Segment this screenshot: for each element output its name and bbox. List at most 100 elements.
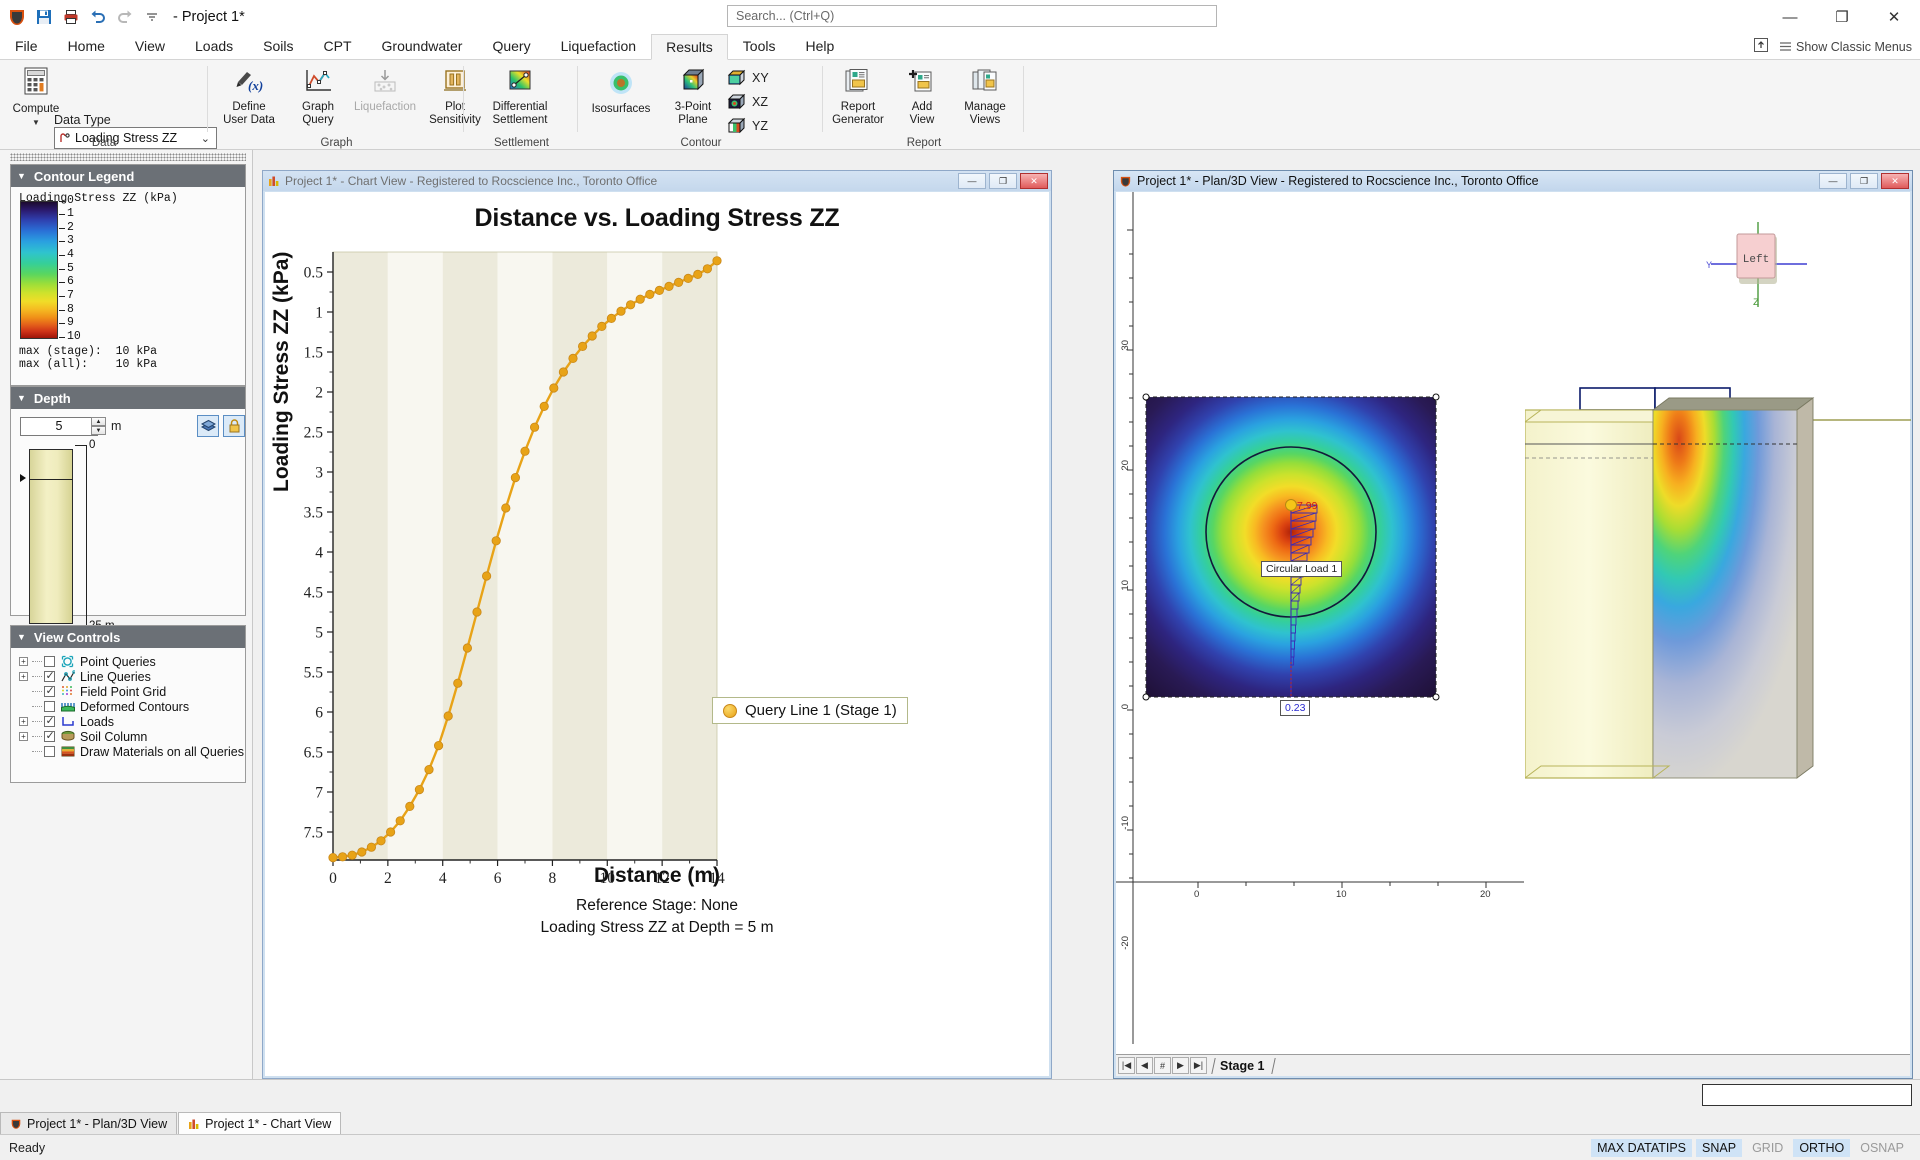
plan-3d-view[interactable]: Left Y Z Y X Z: [1525, 192, 1911, 1042]
define-user-data-button[interactable]: (x) Define User Data: [217, 68, 281, 127]
tab-home[interactable]: Home: [53, 33, 120, 59]
ribbon-collapse-icon[interactable]: [1753, 37, 1769, 56]
plane-button-stack[interactable]: XY XZ YZ: [727, 66, 769, 138]
add-view-button[interactable]: Add View: [894, 68, 950, 127]
redo-icon[interactable]: [114, 6, 136, 28]
tree-item-line-queries[interactable]: + Line Queries: [19, 669, 245, 684]
tree-item-loads[interactable]: + Loads: [19, 714, 245, 729]
panel-drag-gripper[interactable]: [10, 153, 246, 161]
depth-input[interactable]: 5: [20, 417, 98, 436]
checkbox-deformed-contours[interactable]: [44, 701, 55, 712]
checkbox-soil-column[interactable]: [44, 729, 55, 742]
tab-liquefaction[interactable]: Liquefaction: [546, 33, 652, 59]
contour-legend-header[interactable]: ▼ Contour Legend: [11, 165, 245, 187]
expander-icon[interactable]: +: [19, 717, 28, 726]
chart-window-buttons[interactable]: — ❐ ✕: [958, 173, 1048, 189]
status-toggle-grid[interactable]: GRID: [1746, 1139, 1789, 1157]
tree-item-point-queries[interactable]: + Point Queries: [19, 654, 245, 669]
expander-icon[interactable]: +: [19, 657, 28, 666]
checkbox-field-point-grid[interactable]: [44, 684, 55, 697]
quick-access-toolbar[interactable]: [0, 6, 163, 28]
tab-cpt[interactable]: CPT: [309, 33, 367, 59]
soil-column-preview[interactable]: [29, 449, 73, 624]
doctab-plan3d[interactable]: Project 1* - Plan/3D View: [0, 1112, 178, 1134]
chart-minimize-button[interactable]: —: [958, 173, 986, 189]
lock-icon[interactable]: [223, 415, 245, 437]
tab-view[interactable]: View: [120, 33, 180, 59]
plane-xz-button[interactable]: XZ: [727, 90, 769, 114]
document-tab-strip[interactable]: Project 1* - Plan/3D View Project 1* - C…: [0, 1110, 1920, 1134]
manage-views-button[interactable]: Manage Views: [954, 68, 1016, 127]
close-button[interactable]: ✕: [1868, 0, 1920, 34]
checkbox-point-queries[interactable]: [44, 656, 55, 667]
depth-stepper-up[interactable]: ▲: [91, 417, 106, 426]
undo-icon[interactable]: [87, 6, 109, 28]
view-controls-tree[interactable]: + Point Queries + Line Queries: [11, 648, 245, 765]
tab-results[interactable]: Results: [651, 34, 728, 60]
minimize-button[interactable]: —: [1764, 0, 1816, 34]
plane-yz-button[interactable]: YZ: [727, 114, 769, 138]
plane-xy-button[interactable]: XY: [727, 66, 769, 90]
doctab-chart[interactable]: Project 1* - Chart View: [178, 1112, 342, 1134]
stage-number-button[interactable]: #: [1154, 1057, 1171, 1074]
tree-item-deformed-contours[interactable]: Deformed Contours: [19, 699, 245, 714]
chevron-down-icon[interactable]: ▼: [17, 393, 26, 403]
layers-icon[interactable]: [197, 415, 219, 437]
chart-legend[interactable]: Query Line 1 (Stage 1): [712, 697, 908, 724]
tab-groundwater[interactable]: Groundwater: [367, 33, 478, 59]
depth-header[interactable]: ▼ Depth: [11, 387, 245, 409]
plan-minimize-button[interactable]: —: [1819, 173, 1847, 189]
plan-maximize-button[interactable]: ❐: [1850, 173, 1878, 189]
print-icon[interactable]: [60, 6, 82, 28]
stage-first-button[interactable]: |◀: [1118, 1057, 1135, 1074]
tab-file[interactable]: File: [0, 33, 53, 59]
plan-window-titlebar[interactable]: Project 1* - Plan/3D View - Registered t…: [1114, 171, 1912, 191]
tab-loads[interactable]: Loads: [180, 33, 248, 59]
depth-slider-handle[interactable]: [20, 474, 26, 482]
view-controls-header[interactable]: ▼ View Controls: [11, 626, 245, 648]
show-classic-menus-button[interactable]: Show Classic Menus: [1779, 40, 1912, 54]
tab-tools[interactable]: Tools: [728, 33, 791, 59]
plan-contour-view[interactable]: 30 20 10 0 -10 -20 0 10 20 7.99 Circular…: [1116, 192, 1524, 1044]
ribbon-tab-strip[interactable]: File Home View Loads Soils CPT Groundwat…: [0, 34, 1920, 60]
status-toggle-osnap[interactable]: OSNAP: [1854, 1139, 1910, 1157]
window-controls[interactable]: — ❐ ✕: [1764, 0, 1920, 34]
chart-view-window[interactable]: Project 1* - Chart View - Registered to …: [262, 170, 1052, 1079]
depth-stepper-down[interactable]: ▼: [91, 426, 106, 435]
status-toggle-max-datatips[interactable]: MAX DATATIPS: [1591, 1138, 1693, 1157]
checkbox-draw-materials[interactable]: [44, 746, 55, 757]
status-toggle-snap[interactable]: SNAP: [1696, 1138, 1743, 1157]
expander-icon[interactable]: +: [19, 732, 28, 741]
tab-help[interactable]: Help: [790, 33, 849, 59]
compute-dropdown-icon[interactable]: ▼: [32, 116, 40, 129]
plan-window-buttons[interactable]: — ❐ ✕: [1819, 173, 1909, 189]
tree-item-soil-column[interactable]: + Soil Column: [19, 729, 245, 744]
tab-soils[interactable]: Soils: [248, 33, 308, 59]
plan-close-button[interactable]: ✕: [1881, 173, 1909, 189]
tree-item-draw-materials[interactable]: Draw Materials on all Queries: [19, 744, 245, 759]
command-input[interactable]: [1702, 1084, 1912, 1106]
chevron-down-icon[interactable]: ▼: [17, 632, 26, 642]
status-toggles[interactable]: MAX DATATIPS SNAP GRID ORTHO OSNAP: [1591, 1138, 1910, 1157]
isosurfaces-button[interactable]: Isosurfaces: [581, 70, 661, 116]
stage-bar[interactable]: |◀ ◀ # ▶ ▶| Stage 1: [1116, 1054, 1910, 1076]
chart-window-titlebar[interactable]: Project 1* - Chart View - Registered to …: [263, 171, 1051, 191]
graph-query-button[interactable]: Graph Query: [289, 68, 347, 127]
customize-qat-icon[interactable]: [141, 6, 163, 28]
depth-stepper[interactable]: ▲ ▼: [91, 417, 106, 436]
checkbox-loads[interactable]: [44, 714, 55, 727]
save-icon[interactable]: [33, 6, 55, 28]
stage-last-button[interactable]: ▶|: [1190, 1057, 1207, 1074]
status-toggle-ortho[interactable]: ORTHO: [1793, 1138, 1851, 1157]
plan3d-view-window[interactable]: Project 1* - Plan/3D View - Registered t…: [1113, 170, 1913, 1079]
chart-maximize-button[interactable]: ❐: [989, 173, 1017, 189]
three-point-plane-button[interactable]: 3-Point Plane: [663, 68, 723, 127]
stage-next-button[interactable]: ▶: [1172, 1057, 1189, 1074]
chevron-down-icon[interactable]: ▼: [17, 171, 26, 181]
search-input[interactable]: Search... (Ctrl+Q): [727, 5, 1217, 27]
chart-close-button[interactable]: ✕: [1020, 173, 1048, 189]
differential-settlement-button[interactable]: Differential Settlement: [470, 68, 570, 127]
maximize-button[interactable]: ❐: [1816, 0, 1868, 34]
expander-icon[interactable]: +: [19, 672, 28, 681]
checkbox-line-queries[interactable]: [44, 669, 55, 682]
